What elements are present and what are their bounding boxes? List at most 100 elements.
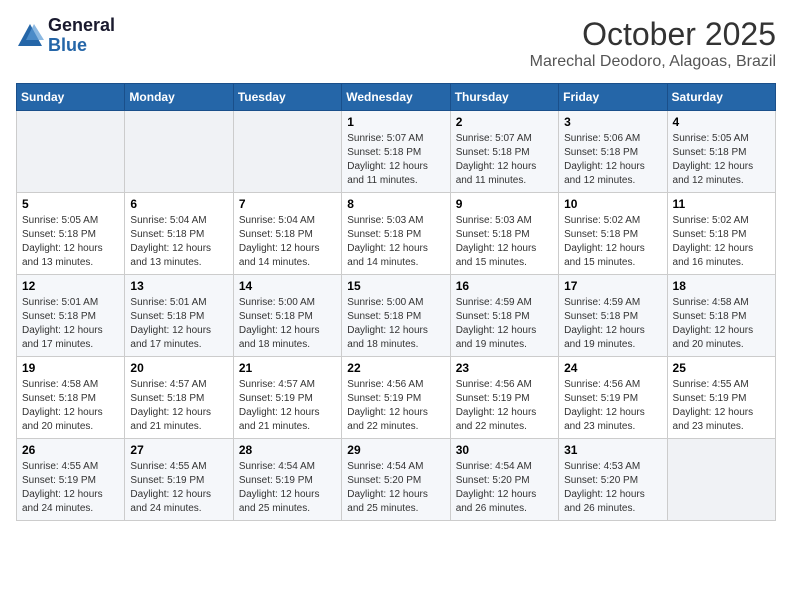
day-number: 1 [347, 115, 444, 129]
table-row: 20 Sunrise: 4:57 AMSunset: 5:18 PMDayligh… [125, 357, 233, 439]
day-info: Sunrise: 4:56 AMSunset: 5:19 PMDaylight:… [456, 378, 553, 434]
calendar-table: Sunday Monday Tuesday Wednesday Thursday… [16, 83, 776, 521]
day-number: 7 [239, 197, 336, 211]
table-row [17, 111, 125, 193]
day-number: 15 [347, 279, 444, 293]
day-number: 27 [130, 443, 227, 457]
page-header: General Blue October 2025 Marechal Deodo… [16, 16, 776, 71]
logo: General Blue [16, 16, 115, 56]
calendar-week-row: 5 Sunrise: 5:05 AMSunset: 5:18 PMDaylight… [17, 193, 776, 275]
table-row: 29Sunrise: 4:54 AMSunset: 5:20 PMDayligh… [342, 439, 450, 521]
day-number: 11 [673, 197, 770, 211]
day-number: 22 [347, 361, 444, 375]
day-info: Sunrise: 5:07 AMSunset: 5:18 PMDaylight:… [347, 132, 444, 188]
day-info: Sunrise: 5:05 AMSunset: 5:18 PMDaylight:… [673, 132, 770, 188]
header-wednesday: Wednesday [342, 84, 450, 111]
table-row: 6Sunrise: 5:04 AMSunset: 5:18 PMDaylight… [125, 193, 233, 275]
day-info: Sunrise: 4:57 AMSunset: 5:18 PMDaylight:… [130, 378, 227, 434]
table-row: 11Sunrise: 5:02 AMSunset: 5:18 PMDayligh… [667, 193, 775, 275]
table-row: 26Sunrise: 4:55 AMSunset: 5:19 PMDayligh… [17, 439, 125, 521]
day-number: 10 [564, 197, 661, 211]
day-info: Sunrise: 5:07 AMSunset: 5:18 PMDaylight:… [456, 132, 553, 188]
table-row [125, 111, 233, 193]
header-friday: Friday [559, 84, 667, 111]
table-row: 30 Sunrise: 4:54 AMSunset: 5:20 PMDayligh… [450, 439, 558, 521]
table-row: 13 Sunrise: 5:01 AMSunset: 5:18 PMDayligh… [125, 275, 233, 357]
table-row: 31Sunrise: 4:53 AMSunset: 5:20 PMDayligh… [559, 439, 667, 521]
day-number: 4 [673, 115, 770, 129]
table-row: 10 Sunrise: 5:02 AMSunset: 5:18 PMDayligh… [559, 193, 667, 275]
table-row: 12 Sunrise: 5:01 AMSunset: 5:18 PMDayligh… [17, 275, 125, 357]
day-number: 23 [456, 361, 553, 375]
table-row: 23 Sunrise: 4:56 AMSunset: 5:19 PMDayligh… [450, 357, 558, 439]
table-row: 21 Sunrise: 4:57 AMSunset: 5:19 PMDayligh… [233, 357, 341, 439]
day-info: Sunrise: 5:04 AMSunset: 5:18 PMDaylight:… [130, 214, 227, 270]
day-number: 29 [347, 443, 444, 457]
day-info: Sunrise: 5:00 AMSunset: 5:18 PMDaylight:… [239, 296, 336, 352]
day-info: Sunrise: 4:55 AMSunset: 5:19 PMDaylight:… [22, 460, 119, 516]
table-row: 5 Sunrise: 5:05 AMSunset: 5:18 PMDaylight… [17, 193, 125, 275]
day-info: Sunrise: 5:03 AMSunset: 5:18 PMDaylight:… [456, 214, 553, 270]
day-info: Sunrise: 4:58 AMSunset: 5:18 PMDaylight:… [673, 296, 770, 352]
day-info: Sunrise: 5:00 AMSunset: 5:18 PMDaylight:… [347, 296, 444, 352]
table-row [233, 111, 341, 193]
header-thursday: Thursday [450, 84, 558, 111]
table-row: 22Sunrise: 4:56 AMSunset: 5:19 PMDayligh… [342, 357, 450, 439]
day-number: 12 [22, 279, 119, 293]
table-row: 8 Sunrise: 5:03 AMSunset: 5:18 PMDaylight… [342, 193, 450, 275]
table-row [667, 439, 775, 521]
day-info: Sunrise: 5:02 AMSunset: 5:18 PMDaylight:… [564, 214, 661, 270]
day-info: Sunrise: 4:58 AMSunset: 5:18 PMDaylight:… [22, 378, 119, 434]
day-number: 18 [673, 279, 770, 293]
day-info: Sunrise: 4:59 AMSunset: 5:18 PMDaylight:… [564, 296, 661, 352]
day-number: 16 [456, 279, 553, 293]
calendar-week-row: 1 Sunrise: 5:07 AMSunset: 5:18 PMDaylight… [17, 111, 776, 193]
day-info: Sunrise: 5:04 AMSunset: 5:18 PMDaylight:… [239, 214, 336, 270]
day-number: 9 [456, 197, 553, 211]
table-row: 25Sunrise: 4:55 AMSunset: 5:19 PMDayligh… [667, 357, 775, 439]
title-section: October 2025 Marechal Deodoro, Alagoas, … [530, 16, 776, 71]
day-number: 21 [239, 361, 336, 375]
day-info: Sunrise: 4:57 AMSunset: 5:19 PMDaylight:… [239, 378, 336, 434]
table-row: 2 Sunrise: 5:07 AMSunset: 5:18 PMDaylight… [450, 111, 558, 193]
calendar-header-row: Sunday Monday Tuesday Wednesday Thursday… [17, 84, 776, 111]
day-number: 20 [130, 361, 227, 375]
table-row: 24Sunrise: 4:56 AMSunset: 5:19 PMDayligh… [559, 357, 667, 439]
day-number: 8 [347, 197, 444, 211]
day-number: 13 [130, 279, 227, 293]
table-row: 3Sunrise: 5:06 AMSunset: 5:18 PMDaylight… [559, 111, 667, 193]
day-info: Sunrise: 4:55 AMSunset: 5:19 PMDaylight:… [130, 460, 227, 516]
day-number: 25 [673, 361, 770, 375]
logo-icon [16, 22, 44, 50]
location-subtitle: Marechal Deodoro, Alagoas, Brazil [530, 53, 776, 71]
day-number: 2 [456, 115, 553, 129]
table-row: 15 Sunrise: 5:00 AMSunset: 5:18 PMDayligh… [342, 275, 450, 357]
table-row: 27 Sunrise: 4:55 AMSunset: 5:19 PMDayligh… [125, 439, 233, 521]
day-number: 5 [22, 197, 119, 211]
calendar-week-row: 12 Sunrise: 5:01 AMSunset: 5:18 PMDayligh… [17, 275, 776, 357]
day-number: 30 [456, 443, 553, 457]
day-info: Sunrise: 5:01 AMSunset: 5:18 PMDaylight:… [22, 296, 119, 352]
day-number: 14 [239, 279, 336, 293]
day-number: 19 [22, 361, 119, 375]
header-monday: Monday [125, 84, 233, 111]
day-info: Sunrise: 4:53 AMSunset: 5:20 PMDaylight:… [564, 460, 661, 516]
table-row: 18 Sunrise: 4:58 AMSunset: 5:18 PMDayligh… [667, 275, 775, 357]
logo-text: General Blue [48, 16, 115, 56]
day-info: Sunrise: 4:54 AMSunset: 5:20 PMDaylight:… [456, 460, 553, 516]
day-number: 17 [564, 279, 661, 293]
header-tuesday: Tuesday [233, 84, 341, 111]
day-info: Sunrise: 4:59 AMSunset: 5:18 PMDaylight:… [456, 296, 553, 352]
table-row: 28Sunrise: 4:54 AMSunset: 5:19 PMDayligh… [233, 439, 341, 521]
calendar-week-row: 26Sunrise: 4:55 AMSunset: 5:19 PMDayligh… [17, 439, 776, 521]
day-info: Sunrise: 5:03 AMSunset: 5:18 PMDaylight:… [347, 214, 444, 270]
table-row: 14 Sunrise: 5:00 AMSunset: 5:18 PMDayligh… [233, 275, 341, 357]
day-info: Sunrise: 5:05 AMSunset: 5:18 PMDaylight:… [22, 214, 119, 270]
table-row: 17 Sunrise: 4:59 AMSunset: 5:18 PMDayligh… [559, 275, 667, 357]
table-row: 16 Sunrise: 4:59 AMSunset: 5:18 PMDayligh… [450, 275, 558, 357]
day-info: Sunrise: 5:01 AMSunset: 5:18 PMDaylight:… [130, 296, 227, 352]
day-number: 3 [564, 115, 661, 129]
table-row: 19 Sunrise: 4:58 AMSunset: 5:18 PMDayligh… [17, 357, 125, 439]
day-info: Sunrise: 4:54 AMSunset: 5:19 PMDaylight:… [239, 460, 336, 516]
day-number: 24 [564, 361, 661, 375]
